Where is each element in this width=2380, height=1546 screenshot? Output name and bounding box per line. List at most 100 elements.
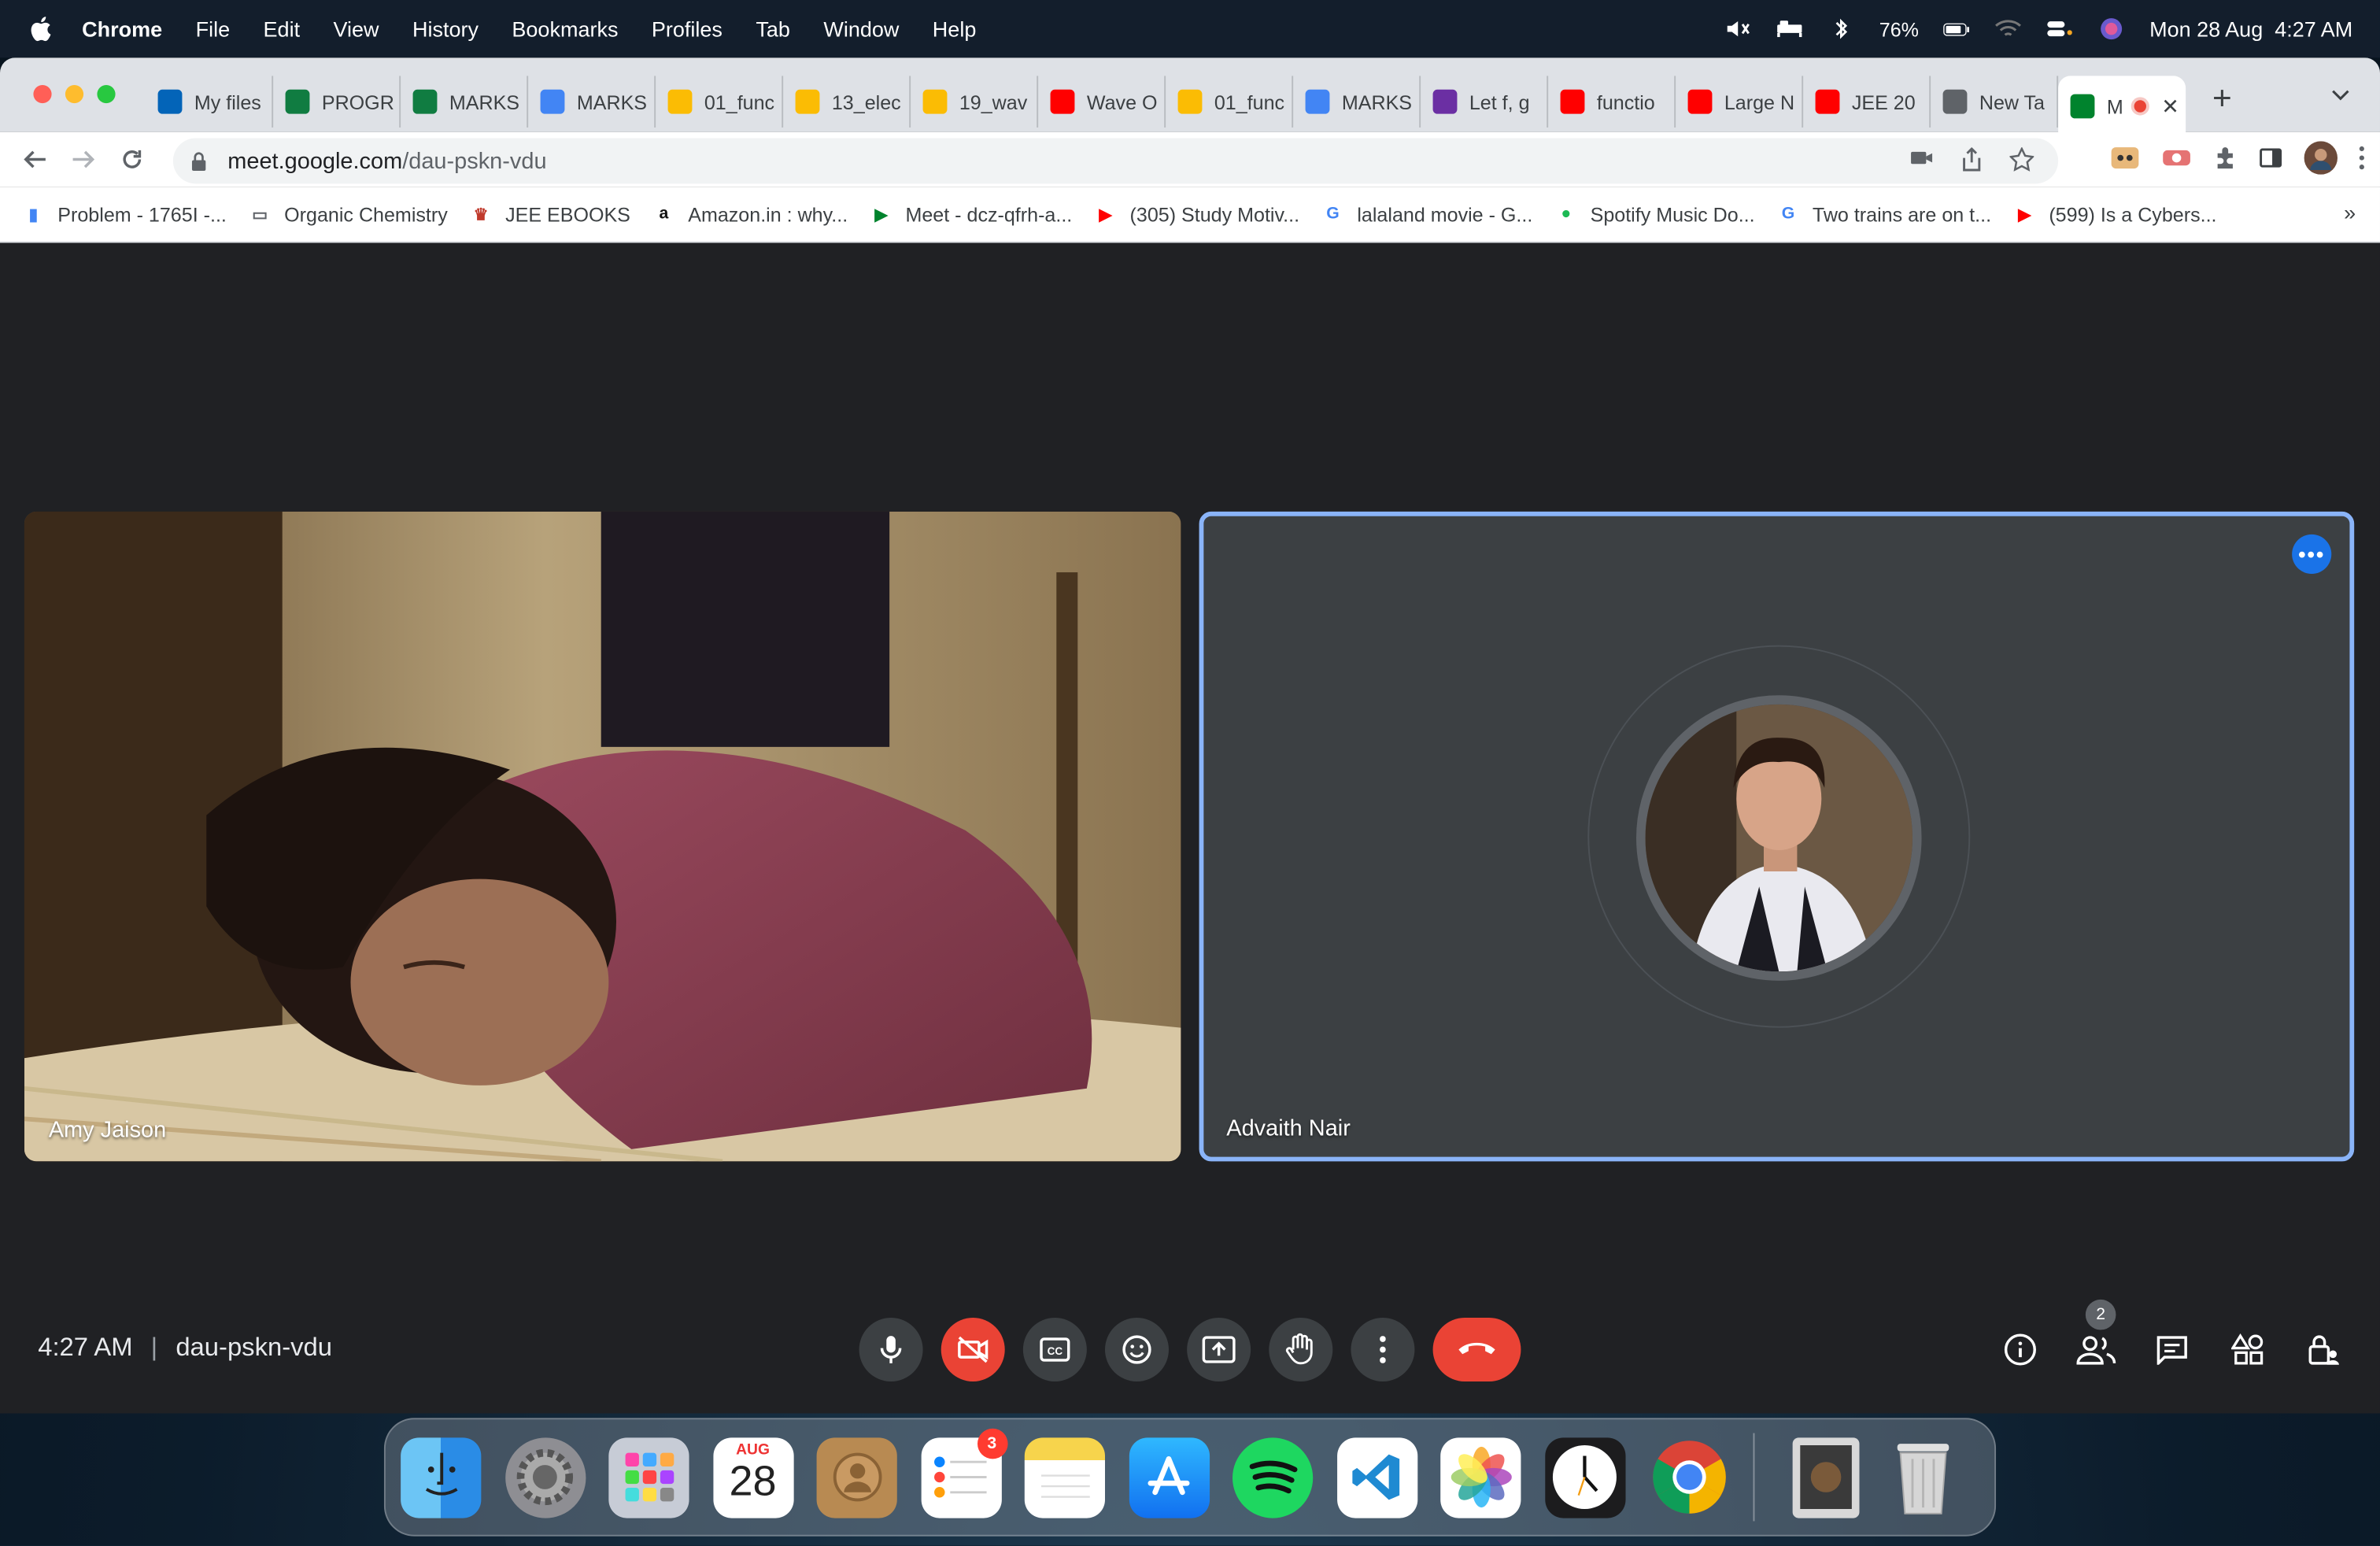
menu-edit[interactable]: Edit	[264, 17, 301, 41]
extension-red-icon[interactable]	[2161, 146, 2192, 177]
apple-logo-icon[interactable]	[28, 15, 52, 43]
new-tab-button[interactable]: +	[2207, 79, 2238, 118]
reminders-app[interactable]: 3	[920, 1427, 1007, 1518]
chrome-menu-icon[interactable]	[2359, 146, 2365, 177]
bookmark-item[interactable]: Glalaland movie - G...	[1321, 202, 1532, 226]
chrome-window: My files PROGRESS MARKS MARKS 01_func 13_elec…	[0, 57, 2380, 1414]
tile-more-options-button[interactable]: •••	[2292, 534, 2332, 574]
close-window-button[interactable]	[33, 84, 52, 104]
browser-tab[interactable]: MARKS	[528, 76, 656, 128]
chat-button[interactable]	[2149, 1321, 2195, 1378]
downloads-stack[interactable]	[1791, 1437, 1859, 1518]
more-options-button[interactable]	[1351, 1317, 1415, 1381]
finder-app[interactable]	[401, 1437, 482, 1518]
host-controls-button[interactable]	[2301, 1321, 2347, 1378]
bookmark-item[interactable]: ● Spotify Music Do...	[1554, 202, 1754, 226]
participant-tile-advaith[interactable]: ••• Advaith Nair	[1199, 511, 2355, 1162]
browser-tab[interactable]: JEE 20	[1803, 76, 1931, 128]
siri-icon[interactable]	[2098, 18, 2126, 40]
browser-tab[interactable]: My files	[146, 76, 274, 128]
microphone-button[interactable]	[859, 1317, 923, 1381]
camera-in-use-icon[interactable]	[1909, 147, 1934, 179]
browser-tab[interactable]: MARKS	[1293, 76, 1421, 128]
browser-tab[interactable]: 13_elec	[783, 76, 911, 128]
extension-cat-icon[interactable]	[2110, 144, 2141, 179]
side-panel-icon[interactable]	[2259, 146, 2283, 177]
bookmark-item[interactable]: ▶ (599) Is a Cybers...	[2012, 202, 2216, 226]
menu-view[interactable]: View	[334, 17, 379, 41]
spotify-app[interactable]	[1232, 1437, 1314, 1518]
browser-tab[interactable]: Large N	[1676, 76, 1804, 128]
url-text[interactable]: meet.google.com/dau-pskn-vdu	[227, 148, 546, 174]
active-tab-meet[interactable]: M ✕	[2058, 76, 2186, 137]
people-button[interactable]: 2	[2073, 1299, 2119, 1378]
reload-button[interactable]	[108, 138, 157, 180]
menu-window[interactable]: Window	[823, 17, 899, 41]
profile-avatar[interactable]	[2304, 141, 2338, 182]
menu-tab[interactable]: Tab	[756, 17, 790, 41]
participant-tile-amy[interactable]: Amy Jaison	[24, 511, 1181, 1162]
browser-tab[interactable]: New Ta	[1931, 76, 2059, 128]
bluetooth-icon[interactable]	[1828, 18, 1855, 39]
browser-tab[interactable]: MARKS	[401, 76, 529, 128]
share-icon[interactable]	[1961, 146, 1983, 179]
notes-app[interactable]	[1024, 1437, 1105, 1518]
present-screen-button[interactable]	[1187, 1317, 1251, 1381]
wifi-icon[interactable]	[1994, 18, 2022, 39]
tab-search-chevron-icon[interactable]	[2331, 82, 2349, 106]
mute-icon[interactable]	[1724, 18, 1752, 39]
raise-hand-button[interactable]	[1269, 1317, 1333, 1381]
vscode-app[interactable]	[1336, 1437, 1417, 1518]
chrome-app[interactable]	[1648, 1437, 1728, 1517]
address-bar[interactable]: meet.google.com/dau-pskn-vdu	[172, 138, 2059, 184]
menu-bookmarks[interactable]: Bookmarks	[512, 17, 618, 41]
lock-icon[interactable]	[191, 150, 209, 172]
browser-tab[interactable]: functio	[1548, 76, 1676, 128]
browser-tab[interactable]: PROGRESS	[273, 76, 401, 128]
bookmark-item[interactable]: ♛ JEE EBOOKS	[469, 202, 630, 226]
forward-button[interactable]	[59, 138, 108, 180]
menu-file[interactable]: File	[196, 17, 231, 41]
bookmark-item[interactable]: ▶ (305) Study Motiv...	[1093, 202, 1300, 226]
launchpad-app[interactable]	[608, 1437, 689, 1518]
clock-app[interactable]	[1544, 1437, 1625, 1518]
meeting-details-button[interactable]	[1998, 1321, 2043, 1378]
bookmark-item[interactable]: G Two trains are on t...	[1776, 202, 1991, 226]
calendar-app[interactable]: AUG 28	[712, 1437, 793, 1518]
browser-tab[interactable]: Let f, g	[1421, 76, 1549, 128]
activities-button[interactable]	[2225, 1321, 2271, 1378]
zoom-window-button[interactable]	[97, 84, 116, 104]
extensions-puzzle-icon[interactable]	[2213, 146, 2238, 177]
menu-app-name[interactable]: Chrome	[82, 17, 162, 41]
reactions-button[interactable]	[1104, 1317, 1169, 1381]
trash-app[interactable]	[1882, 1437, 1962, 1517]
leave-call-button[interactable]	[1432, 1317, 1521, 1381]
browser-tab[interactable]: 01_func	[656, 76, 784, 128]
browser-tab[interactable]: Wave O	[1038, 76, 1166, 128]
photos-app[interactable]	[1440, 1437, 1521, 1518]
sleep-mode-icon[interactable]	[1776, 18, 1804, 39]
bookmark-item[interactable]: ▮ Problem - 1765I -...	[21, 202, 227, 226]
captions-button[interactable]: CC	[1022, 1317, 1087, 1381]
tab-label: PROGRESS	[321, 90, 395, 113]
browser-tab[interactable]: 01_func	[1166, 76, 1294, 128]
minimize-window-button[interactable]	[65, 84, 84, 104]
menu-help[interactable]: Help	[933, 17, 977, 41]
back-button[interactable]	[10, 138, 59, 180]
control-center-icon[interactable]	[2046, 18, 2074, 39]
menubar-datetime[interactable]: Mon 28 Aug 4:27 AM	[2149, 17, 2352, 41]
bookmark-item[interactable]: ▭ Organic Chemistry	[248, 202, 447, 226]
bookmarks-overflow-icon[interactable]: »	[2344, 201, 2356, 225]
bookmark-item[interactable]: ▶ Meet - dcz-qfrh-a...	[869, 202, 1072, 226]
bookmark-item[interactable]: a Amazon.in : why...	[652, 202, 848, 226]
menu-history[interactable]: History	[412, 17, 479, 41]
system-settings-app[interactable]	[504, 1437, 586, 1518]
menu-profiles[interactable]: Profiles	[652, 17, 722, 41]
battery-icon[interactable]	[1943, 18, 1971, 39]
browser-tab[interactable]: 19_wav	[911, 76, 1039, 128]
app-store-app[interactable]	[1128, 1437, 1210, 1518]
contacts-app[interactable]	[816, 1437, 897, 1518]
bookmark-star-icon[interactable]	[2009, 146, 2035, 179]
close-tab-icon[interactable]: ✕	[2161, 94, 2179, 120]
camera-off-button[interactable]	[941, 1317, 1005, 1381]
